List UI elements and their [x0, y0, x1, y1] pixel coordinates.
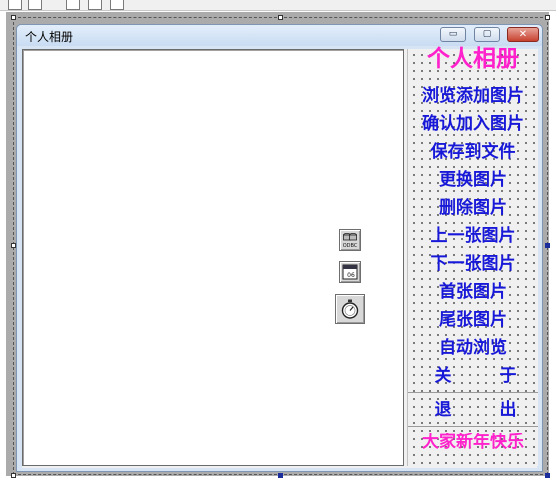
footer-greeting: 大家新年快乐 [422, 433, 524, 451]
calendar-label: 06 [347, 272, 355, 279]
window-title: 个人相册 [25, 30, 74, 44]
footer-clip: 大家新年快乐 [408, 433, 538, 451]
menu-auto-browse[interactable]: 自动浏览 [408, 337, 538, 359]
size-width-icon[interactable] [66, 0, 80, 10]
title-bar[interactable]: 个人相册 ▭ ▢ ✕ [17, 25, 542, 46]
designer-toolbar [0, 0, 556, 11]
align-left-icon[interactable] [8, 0, 22, 10]
align-center-icon[interactable] [28, 0, 42, 10]
resize-handle-bottom-right[interactable] [545, 473, 550, 478]
menu-separator-2 [408, 426, 538, 427]
menu-previous-picture[interactable]: 上一张图片 [408, 225, 538, 247]
menu-change-picture[interactable]: 更换图片 [408, 169, 538, 191]
about-char-1: 关 [434, 366, 452, 386]
menu-delete-picture[interactable]: 删除图片 [408, 197, 538, 219]
resize-handle-top-right[interactable] [545, 15, 550, 20]
resize-handle-bottom[interactable] [278, 473, 283, 478]
size-both-icon[interactable] [110, 0, 124, 10]
menu-confirm-add-picture[interactable]: 确认加入图片 [408, 113, 538, 135]
menu-first-picture[interactable]: 首张图片 [408, 281, 538, 303]
calendar-control-icon[interactable]: 06 [339, 261, 361, 283]
photo-album-window: 个人相册 ▭ ▢ ✕ ODBC 06 个人相册 浏览添加图片 确认加入图片 保存… [16, 24, 543, 472]
resize-handle-top-left[interactable] [11, 15, 16, 20]
calendar-icon: 06 [342, 264, 358, 280]
menu-panel: 个人相册 浏览添加图片 确认加入图片 保存到文件 更换图片 删除图片 上一张图片… [407, 45, 538, 466]
resize-handle-bottom-left[interactable] [11, 473, 16, 478]
about-char-2: 于 [499, 366, 517, 386]
exit-char-2: 出 [499, 400, 517, 420]
minimize-button[interactable]: ▭ [440, 27, 466, 42]
close-button[interactable]: ✕ [507, 27, 539, 42]
stopwatch-icon [341, 299, 359, 319]
size-height-icon[interactable] [88, 0, 102, 10]
resize-handle-top[interactable] [278, 15, 283, 20]
menu-next-picture[interactable]: 下一张图片 [408, 253, 538, 275]
menu-browse-add-picture[interactable]: 浏览添加图片 [408, 85, 538, 107]
timer-control-icon[interactable] [335, 294, 365, 324]
picture-display-area[interactable] [22, 49, 404, 466]
window-client-area: ODBC 06 个人相册 浏览添加图片 确认加入图片 保存到文件 更换图片 删除… [22, 45, 538, 468]
menu-last-picture[interactable]: 尾张图片 [408, 309, 538, 331]
odbc-label: ODBC [343, 243, 358, 249]
resize-handle-right[interactable] [545, 243, 550, 248]
menu-save-to-file[interactable]: 保存到文件 [408, 141, 538, 163]
database-icon: ODBC [343, 233, 358, 249]
menu-heading: 个人相册 [427, 45, 519, 72]
odbc-control-icon[interactable]: ODBC [339, 229, 361, 251]
menu-separator [408, 392, 538, 393]
exit-char-1: 退 [434, 400, 452, 420]
restore-button[interactable]: ▢ [474, 27, 500, 42]
